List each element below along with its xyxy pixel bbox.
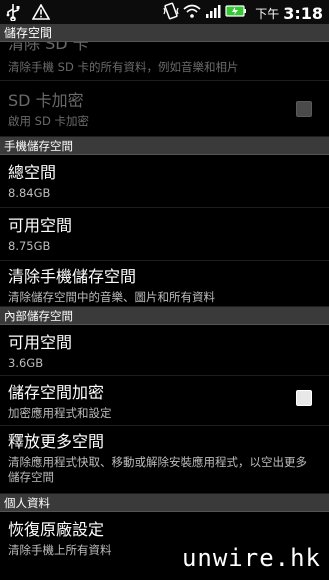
item-title: 可用空間 xyxy=(8,333,73,352)
status-ampm: 下午 xyxy=(255,6,280,21)
item-title: 可用空間 xyxy=(8,216,73,235)
item-subtitle: 加密應用程式和設定 xyxy=(8,406,112,420)
item-subtitle: 清除儲存空間中的音樂、圖片和所有資料 xyxy=(8,290,215,304)
item-title: 儲存空間加密 xyxy=(8,383,105,402)
sd-card-encryption-item[interactable]: SD 卡加密 啟用 SD 卡加密 xyxy=(0,81,329,137)
internal-available-space-item: 可用空間 3.6GB xyxy=(0,325,329,376)
storage-encryption-item[interactable]: 儲存空間加密 加密應用程式和設定 xyxy=(0,376,329,426)
usb-icon xyxy=(6,3,20,25)
section-phone-storage: 手機儲存空間 xyxy=(0,137,329,155)
sd-encryption-checkbox[interactable] xyxy=(296,101,312,117)
item-title: 清除 SD 卡 xyxy=(8,42,89,53)
storage-encryption-checkbox[interactable] xyxy=(296,390,312,406)
available-space-item: 可用空間 8.75GB xyxy=(0,208,329,261)
clear-sd-card-item[interactable]: 清除 SD 卡 清除手機 SD 卡的所有資料，例如音樂和相片 xyxy=(0,42,329,81)
item-subtitle: 清除應用程式快取、移動或解除安裝應用程式，以空出更多儲存空間 xyxy=(8,455,307,484)
signal-icon xyxy=(205,3,221,23)
warning-icon xyxy=(31,3,51,24)
section-internal-storage: 內部儲存空間 xyxy=(0,307,329,325)
item-subtitle: 啟用 SD 卡加密 xyxy=(8,114,89,128)
total-space-item: 總空間 8.84GB xyxy=(0,155,329,208)
clear-phone-storage-item[interactable]: 清除手機儲存空間 清除儲存空間中的音樂、圖片和所有資料 xyxy=(0,261,329,307)
item-title: 清除手機儲存空間 xyxy=(8,267,137,286)
item-title: 恢復原廠設定 xyxy=(8,520,105,539)
section-personal-data: 個人資料 xyxy=(0,494,329,512)
battery-icon xyxy=(225,4,247,22)
item-subtitle: 3.6GB xyxy=(8,356,44,370)
item-title: 釋放更多空間 xyxy=(8,432,105,451)
page-title: 儲存空間 xyxy=(0,24,329,42)
watermark: unwire.hk xyxy=(181,544,321,572)
vibrate-icon xyxy=(163,2,179,24)
item-subtitle: 8.75GB xyxy=(8,239,51,253)
status-time: 3:18 xyxy=(283,3,323,23)
free-up-space-item[interactable]: 釋放更多空間 清除應用程式快取、移動或解除安裝應用程式，以空出更多儲存空間 xyxy=(0,426,329,494)
item-subtitle: 清除手機 SD 卡的所有資料，例如音樂和相片 xyxy=(8,60,239,74)
item-title: SD 卡加密 xyxy=(8,91,84,110)
wifi-icon xyxy=(183,3,201,23)
item-title: 總空間 xyxy=(8,163,57,182)
settings-list: 清除 SD 卡 清除手機 SD 卡的所有資料，例如音樂和相片 SD 卡加密 啟用… xyxy=(0,42,329,564)
item-subtitle: 8.84GB xyxy=(8,186,51,200)
status-bar: 下午 3:18 xyxy=(0,0,329,24)
